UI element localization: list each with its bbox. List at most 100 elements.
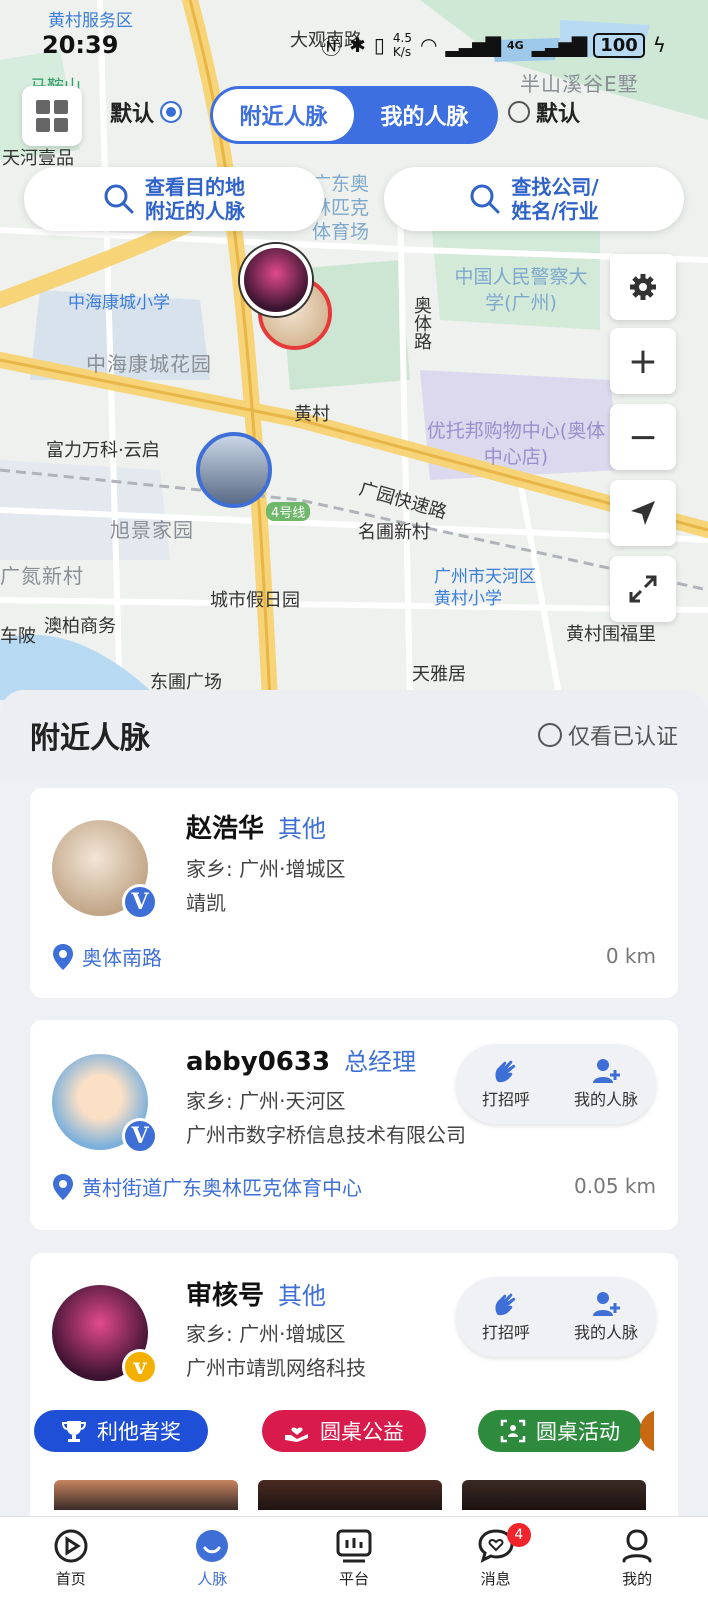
say-hi-label: 打招呼 <box>481 1323 530 1342</box>
locate-button[interactable] <box>610 480 676 546</box>
default-mode-right[interactable]: 默认 <box>508 96 580 128</box>
add-connection-label: 我的人脉 <box>573 1090 638 1109</box>
map-label: 半山溪谷E墅 <box>520 72 639 96</box>
person-card[interactable]: V 赵浩华 其他 家乡: 广州·增城区 靖凯 奥体南路 0 km <box>30 788 678 998</box>
add-connection-button[interactable]: 我的人脉 <box>556 1044 656 1124</box>
map-label: 城市假日园 <box>210 590 300 611</box>
bluetooth-icon: ✱ <box>349 33 366 57</box>
tab-home[interactable]: 首页 <box>0 1517 142 1600</box>
platform-screen-icon <box>336 1529 372 1563</box>
layout-toggle-button[interactable] <box>22 86 82 146</box>
avatar[interactable]: V <box>52 1054 158 1154</box>
map-settings-button[interactable] <box>610 254 676 320</box>
map-label: 旭景家园 <box>110 518 194 542</box>
zoom-in-button[interactable]: + <box>610 328 676 394</box>
home-play-icon <box>54 1529 88 1563</box>
person-distance: 0 km <box>605 944 656 968</box>
person-company: 靖凯 <box>186 891 226 915</box>
profile-user-icon <box>622 1529 652 1563</box>
minus-icon: − <box>627 416 659 458</box>
verified-only-label: 仅看已认证 <box>567 725 678 750</box>
tab-my-connections[interactable]: 我的人脉 <box>354 89 495 141</box>
honor-tags: 利他者奖 圆桌公益 圆桌活动 <box>34 1410 654 1452</box>
avatar[interactable]: V <box>52 820 158 920</box>
person-info: 家乡: 广州·天河区 广州市数字桥信息技术有限公司 <box>186 1084 466 1152</box>
name-text: abby0633 <box>186 1047 331 1077</box>
avatar[interactable]: v <box>52 1285 158 1385</box>
tab-connections[interactable]: 人脉 <box>142 1517 284 1600</box>
grid-icon <box>36 100 68 132</box>
tag-charity[interactable]: 圆桌公益 <box>262 1410 426 1452</box>
charity-hand-icon <box>285 1427 308 1442</box>
add-user-icon <box>593 1059 620 1083</box>
person-name[interactable]: 赵浩华 其他 <box>186 808 326 845</box>
tab-profile[interactable]: 我的 <box>566 1517 708 1600</box>
bottom-tab-bar: 首页 人脉 平台 消息 4 我的 <box>0 1516 708 1600</box>
tab-label: 人脉 <box>197 1570 228 1588</box>
person-role: 其他 <box>278 1282 327 1310</box>
default-mode-left[interactable]: 默认 <box>110 96 183 128</box>
map-label: 奥体路 <box>411 296 432 350</box>
photo-thumbnail[interactable] <box>258 1480 442 1510</box>
tab-nearby-connections[interactable]: 附近人脉 <box>213 89 354 141</box>
fullscreen-button[interactable] <box>610 556 676 622</box>
person-name[interactable]: 审核号 其他 <box>186 1275 326 1312</box>
tag-altruist-award[interactable]: 利他者奖 <box>34 1410 208 1452</box>
charging-icon: ϟ <box>652 33 666 57</box>
verified-only-toggle[interactable]: 仅看已认证 <box>537 719 678 751</box>
wave-hand-icon <box>495 1293 516 1316</box>
location-text: 奥体南路 <box>82 946 162 970</box>
search-company-button[interactable]: 查找公司/ 姓名/行业 <box>384 167 684 231</box>
add-connection-label: 我的人脉 <box>573 1323 638 1342</box>
person-card[interactable]: V abby0633 总经理 家乡: 广州·天河区 广州市数字桥信息技术有限公司 … <box>30 1020 678 1230</box>
person-distance: 0.05 km <box>574 1174 656 1198</box>
person-actions: 打招呼 我的人脉 <box>456 1044 656 1124</box>
person-hometown: 家乡: 广州·增城区 <box>186 857 346 881</box>
connections-bubble-icon <box>196 1530 229 1562</box>
tab-label: 我的 <box>622 1570 653 1588</box>
default-label: 默认 <box>110 102 155 127</box>
tag-more[interactable] <box>640 1410 654 1452</box>
map-label: 黄村 <box>294 404 330 425</box>
photo-thumbnail[interactable] <box>462 1480 646 1510</box>
search-destination-label: 查看目的地 附近的人脉 <box>145 175 245 223</box>
say-hi-button[interactable]: 打招呼 <box>456 1044 556 1124</box>
add-user-icon <box>593 1292 620 1316</box>
net-speed: 4.5 K/s <box>392 31 413 59</box>
verified-badge: v <box>122 1349 158 1385</box>
say-hi-button[interactable]: 打招呼 <box>456 1277 556 1357</box>
wave-hand-icon <box>495 1060 516 1083</box>
person-name[interactable]: abby0633 总经理 <box>186 1042 416 1077</box>
add-connection-button[interactable]: 我的人脉 <box>556 1277 656 1357</box>
nfc-icon: Ⓝ <box>321 34 342 59</box>
tab-label: 消息 <box>480 1570 511 1588</box>
map-label: 中国人民警察大学(广州) <box>454 266 588 314</box>
map-label: 广氮新村 <box>0 564 84 588</box>
map-view[interactable]: 黄村服务区 大观南路 半山溪谷E墅 马鞍山 天河壹品 广东奥林匹克体育场 中国人… <box>0 0 708 700</box>
connection-segment-control[interactable]: 附近人脉 我的人脉 <box>210 86 498 144</box>
map-label: 广州市天河区黄村小学 <box>434 567 536 609</box>
search-destination-button[interactable]: 查看目的地 附近的人脉 <box>24 167 324 231</box>
panel-title: 附近人脉 <box>30 721 150 756</box>
person-role: 总经理 <box>344 1048 417 1076</box>
location-text: 黄村街道广东奥林匹克体育中心 <box>82 1176 362 1200</box>
person-company: 广州市靖凯网络科技 <box>186 1356 366 1380</box>
vibrate-icon: ▯ <box>373 33 385 57</box>
tab-platform[interactable]: 平台 <box>283 1517 425 1600</box>
tab-label: 首页 <box>55 1570 86 1588</box>
plus-icon: + <box>627 340 659 382</box>
signal-icon: ▂▃▅▇ <box>531 33 588 57</box>
clock: 20:39 <box>42 31 119 59</box>
zoom-out-button[interactable]: − <box>610 404 676 470</box>
search-icon <box>470 184 500 214</box>
person-location[interactable]: 黄村街道广东奥林匹克体育中心 <box>52 1172 362 1201</box>
tab-messages[interactable]: 消息 4 <box>425 1517 567 1600</box>
name-text: 审核号 <box>186 1281 265 1311</box>
tag-roundtable-activity[interactable]: 圆桌活动 <box>478 1410 642 1452</box>
search-company-label: 查找公司/ 姓名/行业 <box>511 175 599 223</box>
map-user-marker[interactable] <box>196 432 272 508</box>
map-user-marker[interactable] <box>240 244 312 316</box>
photo-thumbnail[interactable] <box>54 1480 238 1510</box>
person-location[interactable]: 奥体南路 <box>52 942 162 971</box>
battery-indicator: 100 <box>593 32 645 58</box>
